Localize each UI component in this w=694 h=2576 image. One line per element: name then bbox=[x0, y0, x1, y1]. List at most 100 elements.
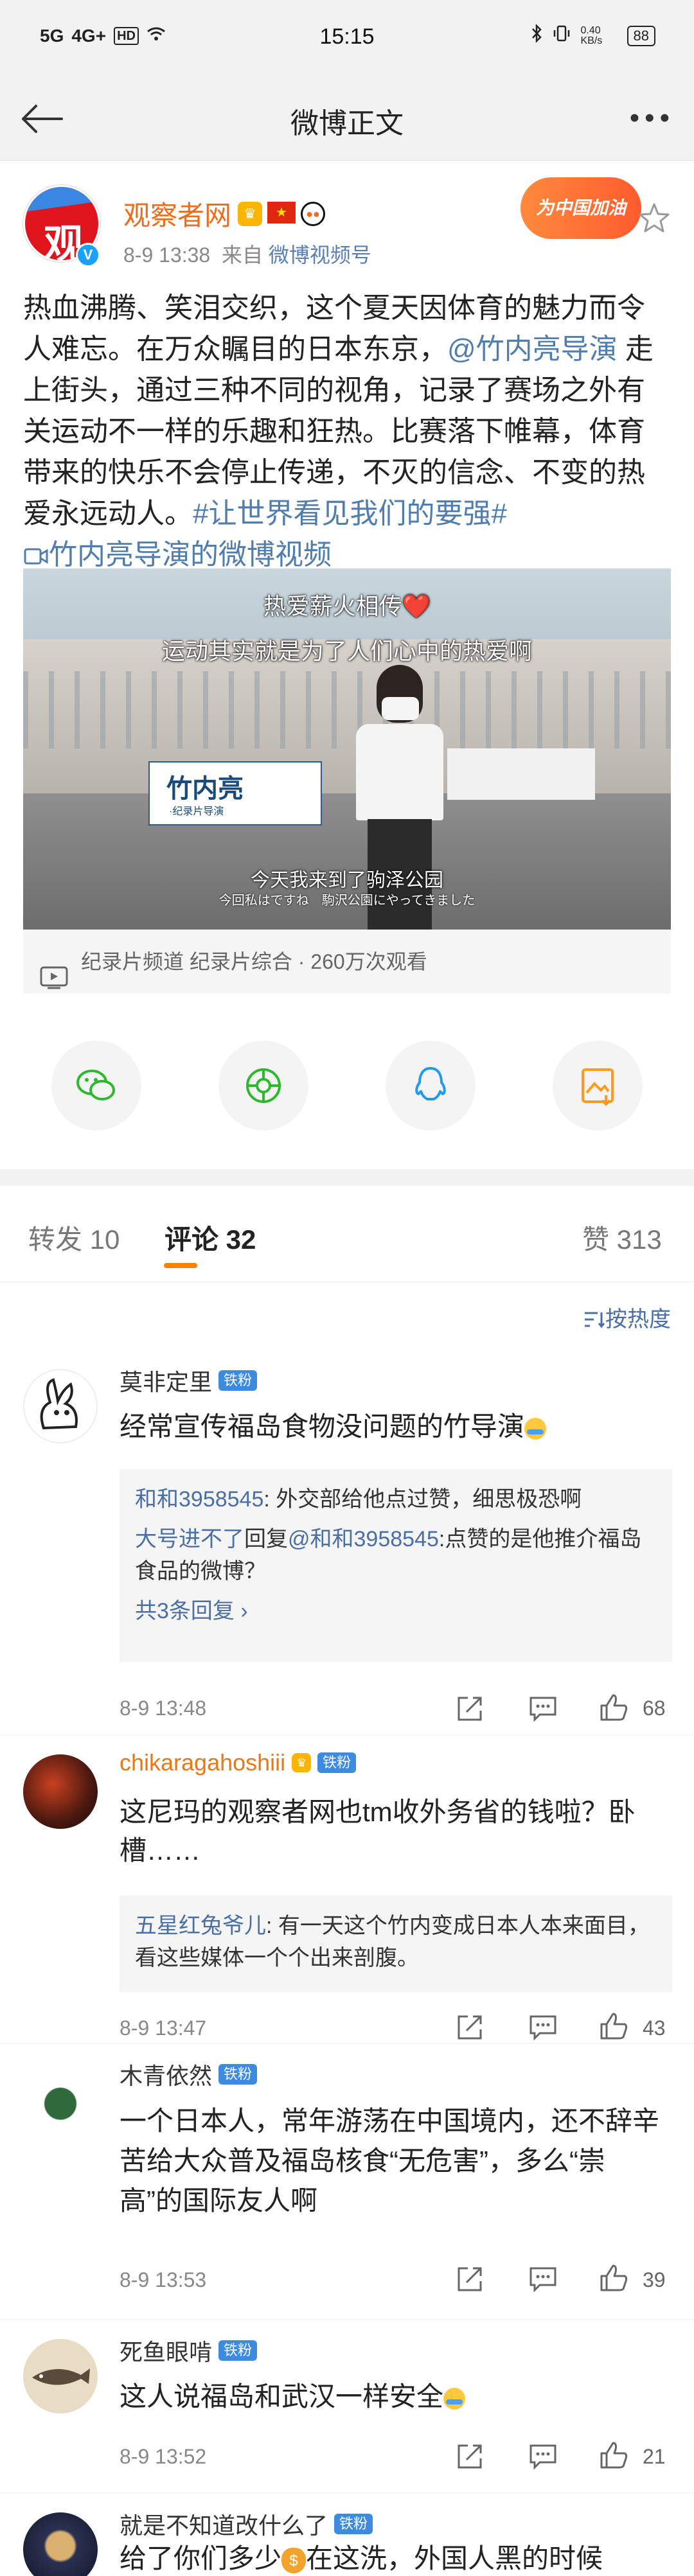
share-qq-button[interactable] bbox=[386, 1041, 476, 1131]
vip-crown-icon: ♛ bbox=[292, 1753, 312, 1772]
repost-icon[interactable] bbox=[454, 2440, 486, 2473]
save-image-button[interactable] bbox=[553, 1041, 643, 1131]
post-meta: 8-9 13:38 来自 微博视频号 bbox=[123, 239, 371, 269]
rabbit-drawing bbox=[40, 1378, 78, 1430]
net-speed: 0.40 KB/s bbox=[580, 24, 603, 46]
comment-text-part1: 给了你们多少 bbox=[120, 2543, 282, 2573]
like-icon[interactable] bbox=[598, 1691, 630, 1724]
post-source[interactable]: 微博视频号 bbox=[269, 243, 371, 267]
section-divider bbox=[0, 1169, 694, 1186]
reply-icon[interactable] bbox=[527, 1693, 559, 1725]
comment-replies[interactable]: 五星红兔爷儿: 有一天这个竹内变成日本人本来面目，看这些媒体一个个出来剖腹。 bbox=[120, 1896, 672, 1992]
video-link-label[interactable]: 竹内亮导演的微博视频 bbox=[49, 539, 332, 570]
comment-avatar[interactable] bbox=[23, 1754, 98, 1829]
comment-avatar[interactable] bbox=[23, 1369, 98, 1443]
comment-author[interactable]: 就是不知道改什么了 铁粉 bbox=[120, 2507, 373, 2541]
like-icon[interactable] bbox=[598, 2262, 630, 2294]
comment-author[interactable]: 死鱼眼啃 铁粉 bbox=[120, 2334, 258, 2367]
comment-time: 8-9 13:48 bbox=[120, 1697, 207, 1720]
fan-badge: 铁粉 bbox=[334, 2514, 373, 2534]
repost-icon[interactable] bbox=[454, 2263, 486, 2295]
post-author[interactable]: 观察者网 ♛ ★ ●● bbox=[123, 194, 326, 233]
comment-author[interactable]: 木青依然 铁粉 bbox=[120, 2058, 258, 2091]
comment-text: 经常宣传福岛食物没问题的竹导演 bbox=[120, 1407, 666, 1446]
reply-text: : 外交部给他点过赞，细思极恐啊 bbox=[263, 1487, 582, 1512]
video-player[interactable]: 竹内亮 ·纪录片导演 热爱薪火相传❤️ 运动其实就是为了人们心中的热爱啊 今天我… bbox=[23, 569, 671, 930]
reply-author[interactable]: 五星红兔爷儿 bbox=[135, 1914, 266, 1938]
repost-icon[interactable] bbox=[454, 1693, 486, 1725]
comment-item: 就是不知道改什么了 铁粉 给了你们多少 $ 在这洗，外国人黑的时候 bbox=[0, 2493, 694, 2576]
comment-avatar[interactable] bbox=[23, 2063, 98, 2137]
repost-icon[interactable] bbox=[454, 2011, 486, 2043]
like-count: 21 bbox=[643, 2445, 666, 2468]
comment-text: 一个日本人，常年游荡在中国境内，还不辞辛苦给大众普及福岛核食“无危害”，多么“崇… bbox=[120, 2106, 660, 2216]
sort-icon bbox=[585, 1312, 605, 1328]
money-bag-icon: $ bbox=[281, 2547, 307, 2573]
reply-icon[interactable] bbox=[527, 2011, 559, 2043]
tab-comments[interactable]: 评论 32 bbox=[165, 1218, 256, 1257]
comment-avatar[interactable] bbox=[23, 2512, 98, 2576]
author-name[interactable]: 观察者网 bbox=[123, 194, 231, 233]
mention-link[interactable]: @竹内亮导演 bbox=[447, 333, 618, 365]
comment-avatar[interactable] bbox=[23, 2339, 98, 2413]
comment-author-name[interactable]: 死鱼眼啃 bbox=[120, 2334, 212, 2367]
comment-item: chikaragahoshiii ♛ 铁粉 这尼玛的观察者网也tm收外务省的钱啦… bbox=[0, 1735, 694, 2043]
share-wechat-button[interactable] bbox=[51, 1041, 141, 1131]
video-link-icon bbox=[24, 548, 48, 565]
video-info-text: 纪录片频道 纪录片综合 · 260万次观看 bbox=[81, 950, 427, 973]
wechat-icon bbox=[76, 1070, 115, 1100]
comment-author-name[interactable]: 就是不知道改什么了 bbox=[120, 2507, 328, 2541]
post-card: 观 V 观察者网 ♛ ★ ●● 8-9 13:38 来自 微博视频号 为中国加油… bbox=[0, 161, 694, 1147]
status-bar: 5G 4G+ HD 15:15 0.40 KB/s 88 bbox=[0, 0, 694, 77]
comment-author-name[interactable]: chikaragahoshiii bbox=[120, 1749, 285, 1776]
comment-author-name[interactable]: 莫非定里 bbox=[120, 1364, 212, 1397]
video-caption-japanese: 今回私はですね 駒沢公園にやってきました bbox=[218, 894, 476, 908]
china-flag-icon: ★ bbox=[267, 201, 296, 224]
reply-icon[interactable] bbox=[527, 2440, 559, 2473]
person-shirt bbox=[356, 724, 443, 820]
comment-replies[interactable]: 和和3958545: 外交部给他点过赞，细思极恐啊 大号进不了回复@和和3958… bbox=[120, 1469, 672, 1662]
comment-text: 这人说福岛和武汉一样安全 bbox=[120, 2378, 666, 2416]
fan-badge: 铁粉 bbox=[218, 2340, 258, 2361]
verified-badge-icon: V bbox=[76, 243, 100, 267]
comment-time: 8-9 13:47 bbox=[120, 2016, 207, 2040]
share-moments-button[interactable] bbox=[218, 1041, 308, 1131]
panda-icon: ●● bbox=[301, 201, 326, 226]
reply-prefix: 回复 bbox=[244, 1527, 288, 1551]
avatar-ribbon bbox=[25, 187, 98, 213]
sort-label[interactable]: 按热度 bbox=[605, 1307, 671, 1332]
mask-emoji-icon bbox=[524, 1417, 547, 1440]
comment-author-name[interactable]: 木青依然 bbox=[120, 2058, 212, 2091]
comment-author[interactable]: chikaragahoshiii ♛ 铁粉 bbox=[120, 1749, 357, 1776]
tab-repost[interactable]: 转发 10 bbox=[28, 1218, 120, 1257]
comment-item: 死鱼眼啃 铁粉 这人说福岛和武汉一样安全 8-9 13:52 21 bbox=[0, 2320, 694, 2493]
like-count: 39 bbox=[643, 2268, 666, 2291]
reply-icon[interactable] bbox=[527, 2263, 559, 2295]
like-icon[interactable] bbox=[598, 2439, 630, 2471]
comment-text-part2: 在这洗，外国人黑的时候 bbox=[306, 2543, 603, 2573]
video-link[interactable]: 竹内亮导演的微博视频 bbox=[23, 539, 332, 570]
video-caption-top1: 热爱薪火相传❤️ bbox=[263, 593, 431, 619]
sort-bar: 按热度 bbox=[0, 1282, 694, 1350]
video-tent bbox=[447, 748, 595, 800]
comment-author[interactable]: 莫非定里 铁粉 bbox=[120, 1364, 258, 1397]
more-replies-link[interactable]: 共3条回复 › bbox=[135, 1595, 657, 1627]
nameplate-name: 竹内亮 bbox=[166, 773, 244, 804]
sort-button[interactable]: 按热度 bbox=[582, 1301, 671, 1333]
fan-badge: 铁粉 bbox=[218, 1370, 258, 1391]
more-icon[interactable]: ••• bbox=[630, 104, 675, 132]
promo-badge[interactable]: 为中国加油 bbox=[520, 177, 641, 239]
fan-badge: 铁粉 bbox=[317, 1752, 357, 1773]
star-icon[interactable] bbox=[636, 200, 672, 236]
hashtag-link[interactable]: #让世界看见我们的要强# bbox=[193, 498, 507, 529]
fan-badge: 铁粉 bbox=[218, 2064, 258, 2085]
like-icon[interactable] bbox=[598, 2010, 630, 2042]
vip-crown-icon: ♛ bbox=[238, 201, 263, 226]
reply-item: 五星红兔爷儿: 有一天这个竹内变成日本人本来面目，看这些媒体一个个出来剖腹。 bbox=[135, 1910, 657, 1974]
video-info-bar[interactable]: 纪录片频道 纪录片综合 · 260万次观看 bbox=[23, 930, 671, 994]
tab-likes[interactable]: 赞 313 bbox=[582, 1218, 662, 1257]
reply-author[interactable]: 大号进不了 bbox=[135, 1527, 244, 1551]
qq-icon bbox=[415, 1067, 446, 1100]
reply-author[interactable]: 和和3958545 bbox=[135, 1487, 263, 1512]
reply-mention[interactable]: @和和3958545 bbox=[288, 1527, 439, 1551]
